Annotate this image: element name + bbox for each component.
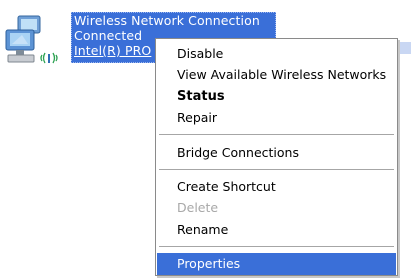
computer-icon [5, 29, 35, 63]
menu-item-status[interactable]: Status [157, 86, 396, 108]
menu-item-view-available-wireless-networks[interactable]: View Available Wireless Networks [157, 64, 396, 86]
wireless-network-connection-icon[interactable] [4, 14, 70, 66]
menu-item-delete[interactable]: Delete [157, 197, 396, 219]
menu-separator [159, 169, 394, 170]
menu-item-create-shortcut[interactable]: Create Shortcut [157, 176, 396, 198]
background-window-edge [398, 24, 411, 74]
menu-item-disable[interactable]: Disable [157, 43, 396, 65]
menu-item-bridge-connections[interactable]: Bridge Connections [157, 142, 396, 164]
menu-item-repair[interactable]: Repair [157, 107, 396, 129]
wireless-signal-icon [40, 52, 58, 64]
menu-item-rename[interactable]: Rename [157, 219, 396, 241]
menu-separator [159, 134, 394, 135]
menu-separator [159, 246, 394, 247]
context-menu: Disable View Available Wireless Networks… [155, 38, 398, 276]
connection-name: Wireless Network Connection [74, 13, 260, 28]
menu-item-properties[interactable]: Properties [157, 253, 396, 275]
